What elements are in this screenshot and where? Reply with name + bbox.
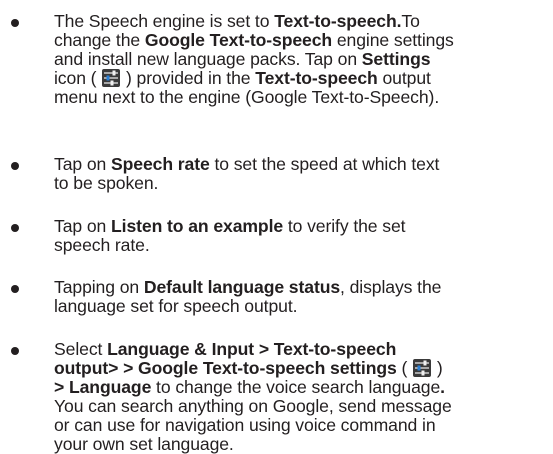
text-line: your own set language. bbox=[54, 435, 550, 454]
bullet-dot bbox=[11, 224, 19, 232]
text-run: Tap on bbox=[54, 154, 112, 174]
text-run: to change the voice search language bbox=[151, 377, 441, 397]
text-run: and install new language packs. Tap on bbox=[54, 49, 362, 69]
bold-text: Text-to-speech. bbox=[274, 11, 402, 31]
text-run: language set for speech output. bbox=[54, 296, 298, 316]
text-run: icon ( bbox=[54, 68, 102, 88]
text-line: > Language to change the voice search la… bbox=[54, 378, 550, 397]
text-line: change the Google Text-to-speech engine … bbox=[54, 31, 550, 50]
bold-text: Google Text-to-speech bbox=[144, 30, 333, 50]
bold-text: Listen to an example bbox=[111, 216, 284, 236]
bold-text: Default language status bbox=[143, 277, 341, 297]
bold-text: Settings bbox=[361, 49, 431, 69]
text-run: or can use for navigation using voice co… bbox=[54, 415, 436, 435]
item-text: Tap on Speech rate to set the speed at w… bbox=[54, 155, 550, 193]
text-run: Tapping on bbox=[54, 277, 144, 297]
text-line: Tap on Listen to an example to verify th… bbox=[54, 217, 550, 236]
text-line: icon ( ) provided in the Text-to-speech … bbox=[54, 69, 550, 88]
text-run: to set the speed at which text bbox=[209, 154, 440, 174]
text-line: Select Language & Input > Text-to-speech bbox=[54, 340, 550, 359]
text-run: engine settings bbox=[332, 30, 454, 50]
bold-text: Text-to-speech bbox=[255, 68, 378, 88]
text-line: You can search anything on Google, send … bbox=[54, 397, 550, 416]
bullet-dot bbox=[11, 19, 19, 27]
text-run: ( bbox=[396, 358, 413, 378]
text-run: speech rate. bbox=[54, 235, 150, 255]
text-line: or can use for navigation using voice co… bbox=[54, 416, 550, 435]
text-run: To bbox=[401, 11, 420, 31]
text-line: The Speech engine is set to Text-to-spee… bbox=[54, 12, 550, 31]
item-text: The Speech engine is set to Text-to-spee… bbox=[54, 12, 550, 107]
text-run: , displays the bbox=[340, 277, 442, 297]
text-run: Select bbox=[54, 339, 108, 359]
text-run: Tap on bbox=[54, 216, 112, 236]
text-line: menu next to the engine (Google Text-to-… bbox=[54, 88, 550, 107]
text-run: menu next to the engine (Google Text-to-… bbox=[54, 87, 440, 107]
text-run: ) provided in the bbox=[121, 68, 256, 88]
settings-sliders-icon bbox=[102, 69, 121, 87]
bold-text: Language & Input > Text-to-speech bbox=[107, 339, 397, 359]
text-run: to be spoken. bbox=[54, 173, 159, 193]
text-run: You can search anything on Google, send … bbox=[54, 396, 452, 416]
text-run: change the bbox=[54, 30, 145, 50]
bold-text: > Language bbox=[54, 377, 152, 397]
text-run: The Speech engine is set to bbox=[54, 11, 275, 31]
item-text: Tap on Listen to an example to verify th… bbox=[54, 217, 550, 255]
text-line: output> > Google Text-to-speech settings… bbox=[54, 359, 550, 378]
settings-sliders-icon bbox=[413, 359, 432, 377]
text-run: ) bbox=[432, 358, 443, 378]
text-line: Tap on Speech rate to set the speed at w… bbox=[54, 155, 550, 174]
text-line: language set for speech output. bbox=[54, 297, 550, 316]
text-run: to verify the set bbox=[283, 216, 406, 236]
text-line: and install new language packs. Tap on S… bbox=[54, 50, 550, 69]
bold-text: . bbox=[440, 377, 445, 397]
bullet-dot bbox=[11, 162, 19, 170]
text-run: your own set language. bbox=[54, 434, 234, 454]
text-line: to be spoken. bbox=[54, 174, 550, 193]
bullet-dot bbox=[11, 285, 19, 293]
text-run: output bbox=[377, 68, 431, 88]
bullet-dot bbox=[11, 347, 19, 355]
bold-text: Speech rate bbox=[111, 154, 210, 174]
bold-text: output> > Google Text-to-speech settings bbox=[54, 358, 397, 378]
text-line: speech rate. bbox=[54, 236, 550, 255]
text-line: Tapping on Default language status, disp… bbox=[54, 278, 550, 297]
item-text: Tapping on Default language status, disp… bbox=[54, 278, 550, 316]
item-text: Select Language & Input > Text-to-speech… bbox=[54, 340, 550, 454]
